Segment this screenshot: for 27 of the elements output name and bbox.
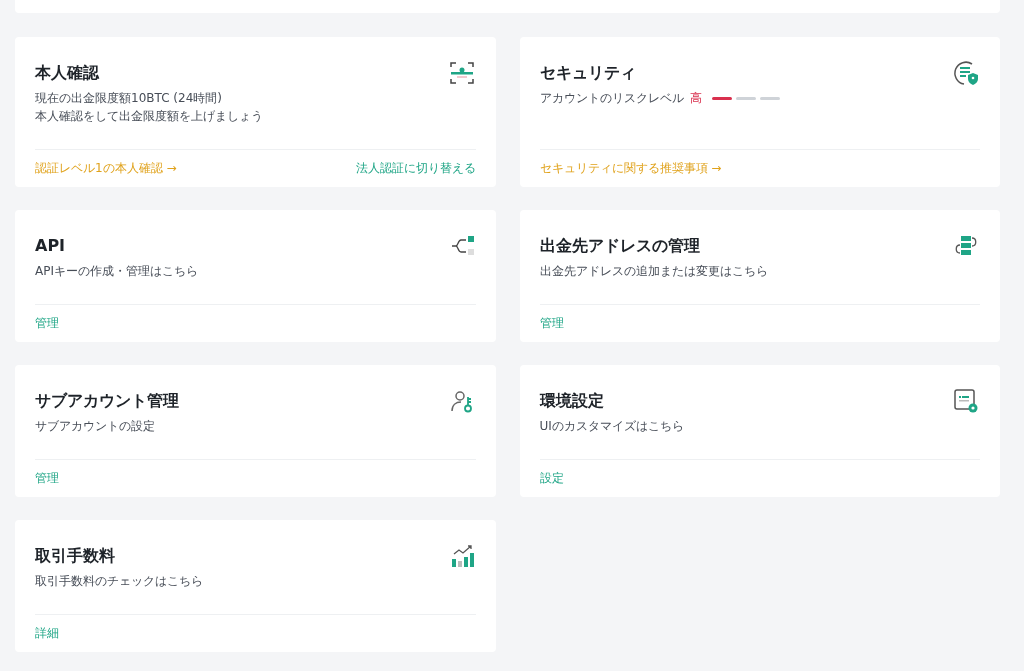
- card-link[interactable]: 管理: [35, 470, 59, 486]
- window-gear-icon: [952, 387, 980, 415]
- card-description: アカウントのリスクレベル: [539, 90, 684, 107]
- risk-level-label: 高: [689, 90, 702, 107]
- card-link[interactable]: 管理: [539, 315, 564, 331]
- shield-list-icon: [952, 59, 980, 87]
- card-title: API: [35, 235, 67, 257]
- face-scan-icon: [447, 59, 476, 87]
- card-description: 現在の出金限度額10BTC (24時間): [35, 90, 222, 107]
- card-title: 本人確認: [35, 62, 100, 84]
- card-title: 環境設定: [539, 390, 605, 412]
- card-link[interactable]: 設定: [539, 470, 564, 486]
- card-description: 本人確認をして出金限度額を上げましょう: [35, 108, 263, 125]
- card-title: 出金先アドレスの管理: [539, 235, 701, 257]
- card-link[interactable]: 認証レベル1の本人確認 →: [35, 160, 177, 176]
- card-description: サブアカウントの設定: [35, 418, 155, 435]
- card-title: 取引手数料: [35, 545, 116, 567]
- card-description: UIのカスタマイズはこちら: [539, 418, 684, 435]
- card-description: APIキーの作成・管理はこちら: [35, 263, 198, 280]
- card-link[interactable]: 法人認証に切り替える: [355, 160, 476, 176]
- card-link[interactable]: セキュリティに関する推奨事項 →: [539, 160, 722, 176]
- card-title: セキュリティ: [539, 62, 637, 84]
- card-description: 取引手数料のチェックはこちら: [35, 573, 203, 590]
- card-description: 出金先アドレスの追加または変更はこちら: [539, 263, 768, 280]
- card-title: サブアカウント管理: [35, 390, 179, 412]
- card-link[interactable]: 管理: [35, 315, 59, 331]
- card-link[interactable]: 詳細: [35, 625, 59, 641]
